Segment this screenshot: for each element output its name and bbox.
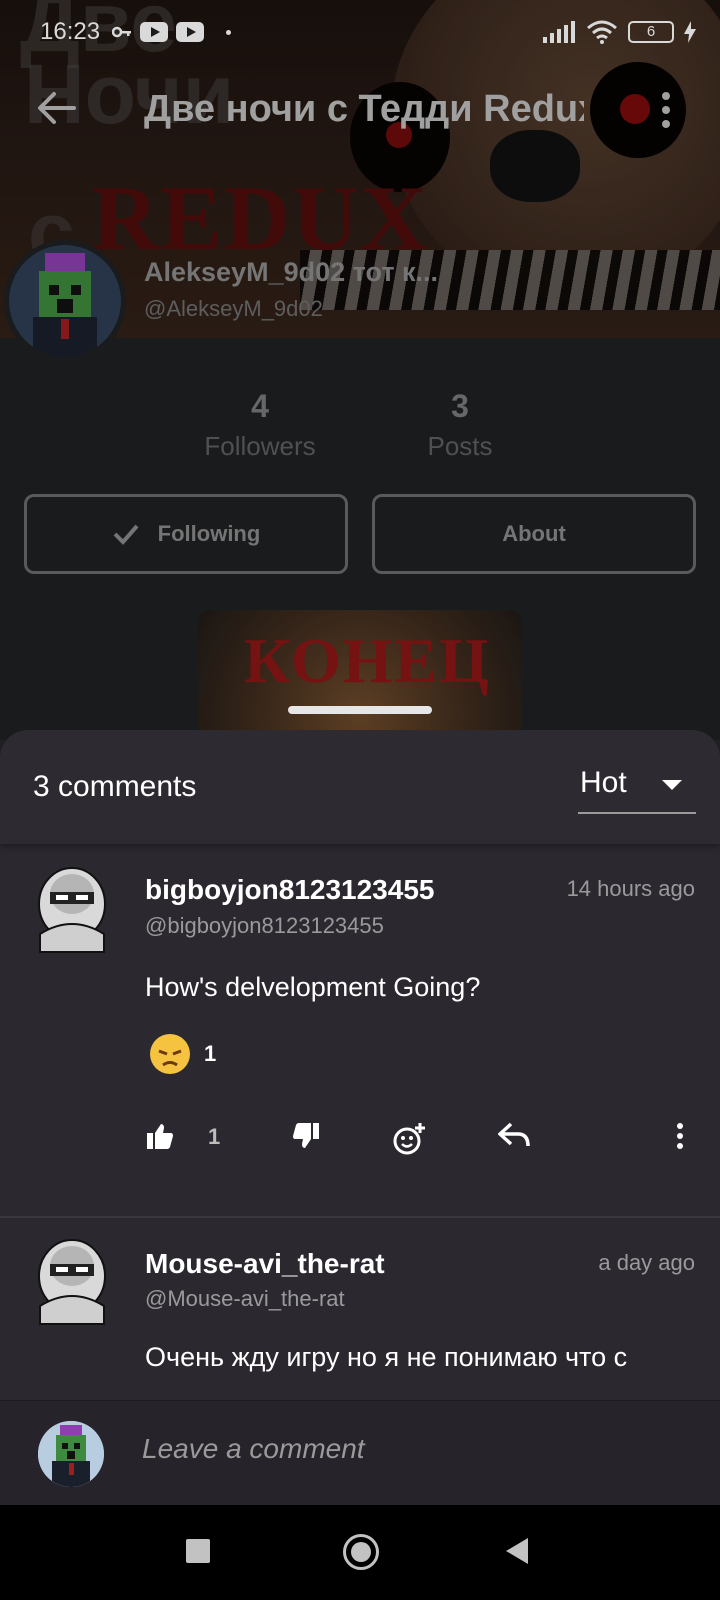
comment-handle: @Mouse-avi_the-rat xyxy=(145,1286,345,1311)
comment-avatar[interactable] xyxy=(36,864,108,954)
reaction-chip[interactable]: 1 xyxy=(150,1034,216,1074)
chevron-down-icon xyxy=(662,780,682,790)
comment-input[interactable]: Leave a comment xyxy=(142,1433,365,1465)
comment-username[interactable]: Mouse-avi_the-rat xyxy=(145,1248,385,1280)
thumb-up-icon[interactable] xyxy=(146,1122,174,1150)
add-reaction-icon[interactable] xyxy=(392,1122,426,1156)
avatar-image xyxy=(38,1421,104,1487)
sort-dropdown[interactable]: Hot xyxy=(578,760,696,814)
more-vert-icon[interactable] xyxy=(674,1122,686,1150)
sort-selected-value: Hot xyxy=(580,766,627,799)
comment-time: a day ago xyxy=(598,1250,695,1275)
comment-handle: @bigboyjon8123123455 xyxy=(145,913,384,938)
reaction-count: 1 xyxy=(204,1041,217,1066)
system-navigation-bar xyxy=(0,1505,720,1600)
comment-item: bigboyjon8123123455 @bigboyjon8123123455… xyxy=(0,844,720,1214)
comment-avatar[interactable] xyxy=(36,1236,108,1326)
back-icon[interactable] xyxy=(506,1538,528,1564)
thumb-down-icon[interactable] xyxy=(292,1122,320,1150)
home-icon[interactable] xyxy=(343,1534,379,1570)
comment-time: 14 hours ago xyxy=(566,876,695,901)
like-count: 1 xyxy=(208,1124,221,1149)
comments-header: 3 comments Hot xyxy=(0,730,720,844)
angry-cat-emoji-icon xyxy=(150,1034,190,1074)
sheet-drag-handle[interactable] xyxy=(288,706,432,714)
comment-username[interactable]: bigboyjon8123123455 xyxy=(145,874,434,906)
composer-avatar xyxy=(38,1421,104,1487)
comments-count: 3 comments xyxy=(33,770,197,803)
comments-sheet: 3 comments Hot bigboyjon8123123455 @bigb… xyxy=(0,730,720,1505)
recents-icon[interactable] xyxy=(186,1539,210,1563)
page-dim-overlay xyxy=(0,0,720,740)
comment-composer[interactable]: Leave a comment xyxy=(0,1400,720,1505)
comment-text: Очень жду игру но я не понимаю что с xyxy=(145,1342,628,1372)
comment-actions: 1 xyxy=(0,1114,720,1164)
comment-text: How's delvelopment Going? xyxy=(145,972,481,1002)
reply-icon[interactable] xyxy=(498,1122,530,1148)
